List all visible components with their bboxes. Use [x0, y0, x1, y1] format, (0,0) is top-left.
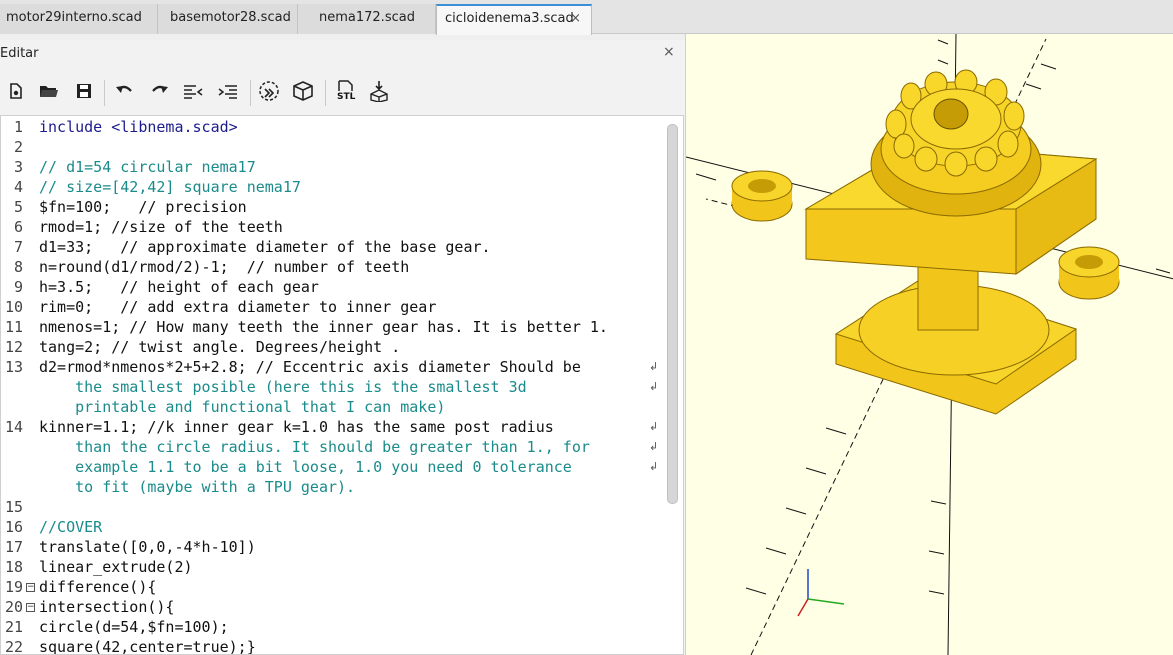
- code-line[interactable]: $fn=100; // precision: [39, 198, 247, 216]
- editor-toolbar: STL: [0, 74, 685, 110]
- code-line[interactable]: example 1.1 to be a bit loose, 1.0 you n…: [39, 458, 572, 476]
- save-icon[interactable]: [73, 80, 95, 102]
- open-file-icon[interactable]: [38, 80, 60, 102]
- redo-icon[interactable]: [148, 80, 170, 102]
- tab-label: basemotor28.scad: [170, 10, 291, 25]
- code-line[interactable]: printable and functional that I can make…: [39, 398, 445, 416]
- wrap-marker-icon: ↲: [649, 380, 659, 393]
- editor-scrollbar[interactable]: [667, 124, 678, 504]
- code-line[interactable]: tang=2; // twist angle. Degrees/height .: [39, 338, 400, 356]
- send-to-print-icon[interactable]: [368, 80, 390, 102]
- line-number: 10: [4, 298, 23, 316]
- stl-label: STL: [337, 92, 356, 102]
- indent-icon[interactable]: [217, 80, 239, 102]
- line-number: 6: [13, 218, 23, 236]
- line-number: 1: [13, 118, 23, 136]
- tab-basemotor28[interactable]: basemotor28.scad: [158, 4, 298, 34]
- code-line[interactable]: translate([0,0,-4*h-10]): [39, 538, 256, 556]
- tab-cicloidenema3[interactable]: cicloidenema3.scad ×: [436, 4, 592, 35]
- export-stl-icon[interactable]: STL: [335, 80, 357, 102]
- 3d-viewport[interactable]: [685, 34, 1173, 655]
- file-tab-bar: motor29interno.scad basemotor28.scad nem…: [0, 0, 1173, 35]
- line-number: 7: [13, 238, 23, 256]
- line-number: 11: [4, 318, 23, 336]
- line-number: 2: [13, 138, 23, 156]
- render-icon[interactable]: [292, 80, 314, 102]
- line-number: 9: [13, 278, 23, 296]
- code-line[interactable]: square(42,center=true);}: [39, 638, 256, 654]
- code-line[interactable]: nmenos=1; // How many teeth the inner ge…: [39, 318, 608, 336]
- line-number: 15: [4, 498, 23, 516]
- wrap-marker-icon: ↲: [649, 360, 659, 373]
- editor-title: Editar: [0, 46, 39, 61]
- wrap-marker-icon: ↲: [649, 460, 659, 473]
- code-line[interactable]: rim=0; // add extra diameter to inner ge…: [39, 298, 436, 316]
- line-number: 17: [4, 538, 23, 556]
- code-line[interactable]: intersection(){: [39, 598, 174, 616]
- line-number: 5: [13, 198, 23, 216]
- line-number: 16: [4, 518, 23, 536]
- line-number: 3: [13, 158, 23, 176]
- code-line[interactable]: n=round(d1/rmod/2)-1; // number of teeth: [39, 258, 409, 276]
- line-number: 4: [13, 178, 23, 196]
- tab-motor29interno[interactable]: motor29interno.scad: [0, 4, 158, 34]
- line-number: 14: [4, 418, 23, 436]
- code-line[interactable]: d2=rmod*nmenos*2+5+2.8; // Eccentric axi…: [39, 358, 581, 376]
- code-line[interactable]: difference(){: [39, 578, 156, 596]
- preview-icon[interactable]: [258, 80, 280, 102]
- code-line[interactable]: // size=[42,42] square nema17: [39, 178, 301, 196]
- tab-nema172[interactable]: nema172.scad: [298, 4, 436, 34]
- line-number: 18: [4, 558, 23, 576]
- line-number: 19: [4, 578, 23, 596]
- tab-label: cicloidenema3.scad: [445, 11, 574, 26]
- undo-icon[interactable]: [114, 80, 136, 102]
- tab-label: motor29interno.scad: [6, 10, 142, 25]
- code-line[interactable]: circle(d=54,$fn=100);: [39, 618, 229, 636]
- editor-panel: Editar × STL 1 2 3 4 5 6 7 8 9 10 11 12 …: [0, 40, 685, 655]
- line-number: 8: [13, 258, 23, 276]
- code-line[interactable]: // d1=54 circular nema17: [39, 158, 256, 176]
- code-line[interactable]: //COVER: [39, 518, 102, 536]
- code-line[interactable]: linear_extrude(2): [39, 558, 193, 576]
- line-number: 20: [4, 598, 23, 616]
- code-line[interactable]: rmod=1; //size of the teeth: [39, 218, 283, 236]
- wrap-marker-icon: ↲: [649, 420, 659, 433]
- wrap-marker-icon: ↲: [649, 440, 659, 453]
- code-line[interactable]: kinner=1.1; //k inner gear k=1.0 has the…: [39, 418, 554, 436]
- fold-toggle-icon[interactable]: −: [26, 583, 35, 592]
- toolbar-separator: [325, 80, 326, 106]
- code-line[interactable]: than the circle radius. It should be gre…: [39, 438, 590, 456]
- line-number: 22: [4, 638, 23, 655]
- code-line[interactable]: to fit (maybe with a TPU gear).: [39, 478, 355, 496]
- code-line[interactable]: include <libnema.scad>: [39, 118, 238, 136]
- line-number: 12: [4, 338, 23, 356]
- code-line[interactable]: h=3.5; // height of each gear: [39, 278, 319, 296]
- toolbar-separator: [104, 80, 105, 106]
- new-file-icon[interactable]: [5, 80, 27, 102]
- code-line[interactable]: d1=33; // approximate diameter of the ba…: [39, 238, 491, 256]
- toolbar-separator: [250, 80, 251, 106]
- fold-toggle-icon[interactable]: −: [26, 603, 35, 612]
- tab-close-icon[interactable]: ×: [570, 6, 581, 32]
- code-line[interactable]: the smallest posible (here this is the s…: [39, 378, 527, 396]
- tab-label: nema172.scad: [319, 10, 415, 25]
- line-number: 13: [4, 358, 23, 376]
- line-number: 21: [4, 618, 23, 636]
- unindent-icon[interactable]: [182, 80, 204, 102]
- code-editor[interactable]: 1 2 3 4 5 6 7 8 9 10 11 12 13 14 15 16 17 18 19 20 21 22 incl…: [0, 115, 684, 655]
- 3d-render: [686, 34, 1173, 655]
- editor-close-icon[interactable]: ×: [663, 44, 675, 60]
